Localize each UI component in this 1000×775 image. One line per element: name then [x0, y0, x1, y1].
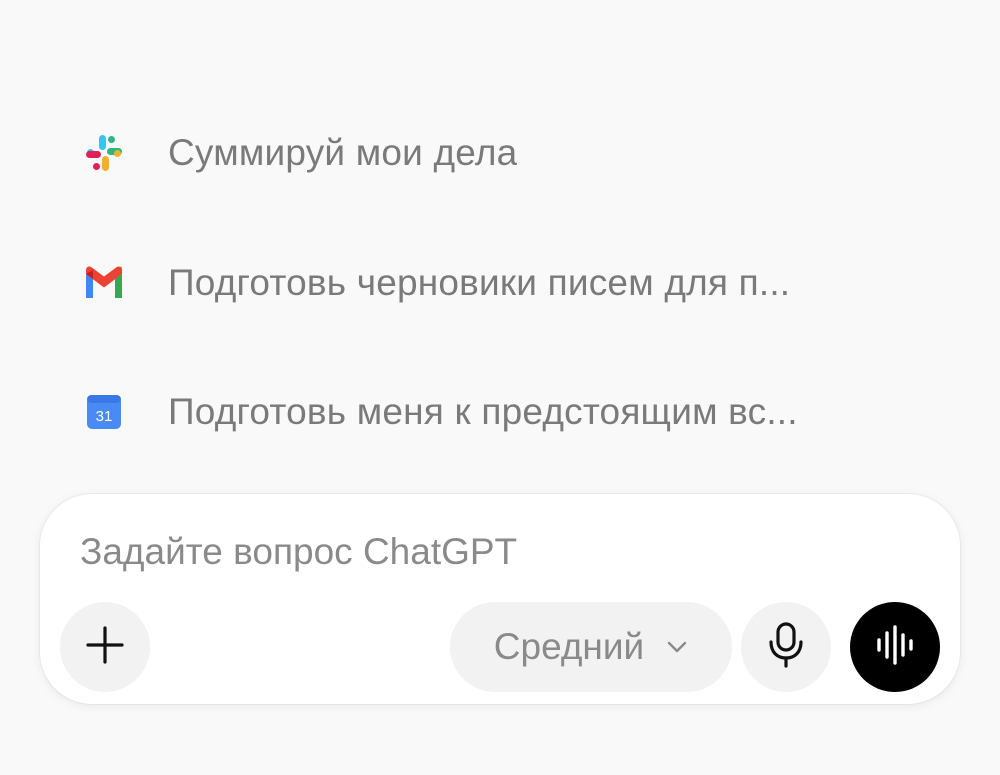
gmail-icon — [80, 259, 128, 307]
calendar-day: 31 — [96, 408, 113, 425]
suggestion-label: Подготовь черновики писем для п... — [168, 262, 791, 303]
chat-screen: Суммируй мои дела Подготовь черновики пи… — [0, 0, 1000, 775]
voice-mode-button[interactable] — [850, 602, 940, 692]
prompt-input[interactable] — [80, 524, 900, 580]
model-selector-label: Средний — [493, 626, 645, 667]
microphone-icon — [766, 621, 806, 674]
attach-button[interactable] — [60, 602, 150, 692]
slack-icon — [80, 129, 128, 177]
message-composer: Средний — [40, 494, 960, 704]
suggestion-summarize-tasks[interactable]: Суммируй мои дела — [80, 123, 900, 183]
model-selector-button[interactable]: Средний — [450, 602, 732, 692]
suggestion-label: Подготовь меня к предстоящим вс... — [168, 391, 798, 432]
suggestion-label: Суммируй мои дела — [168, 132, 518, 173]
dictate-button[interactable] — [741, 602, 831, 692]
suggestion-upcoming-meetings[interactable]: 31 Подготовь меня к предстоящим вс... — [80, 382, 900, 442]
plus-icon — [85, 625, 125, 670]
voice-waveform-icon — [873, 623, 917, 672]
suggestion-draft-emails[interactable]: Подготовь черновики писем для п... — [80, 253, 900, 313]
chevron-down-icon — [666, 640, 688, 654]
calendar-icon: 31 — [80, 388, 128, 436]
